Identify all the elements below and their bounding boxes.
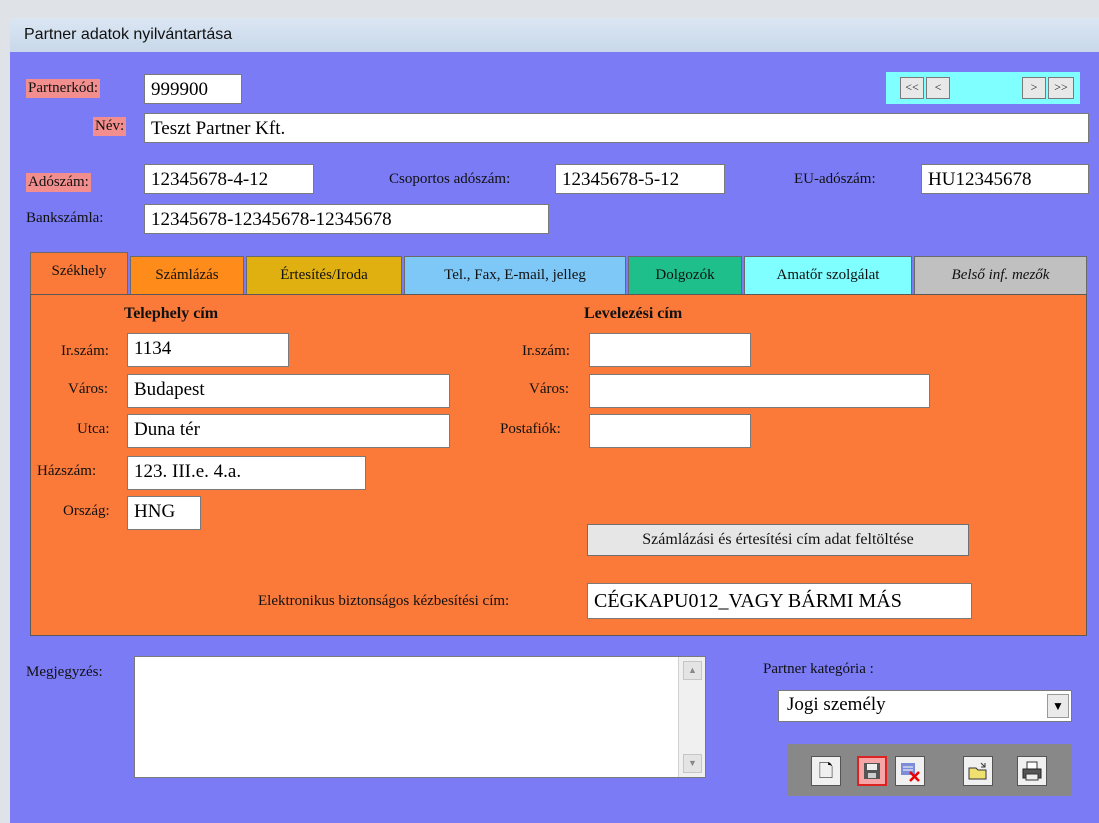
bank-account-field[interactable]: 12345678-12345678-12345678 bbox=[144, 204, 549, 234]
last-record-button[interactable]: >> bbox=[1048, 77, 1074, 99]
tab-amator-szolgalat[interactable]: Amatőr szolgálat bbox=[744, 256, 912, 294]
note-scrollbar[interactable]: ▲ ▼ bbox=[678, 657, 705, 777]
save-icon[interactable] bbox=[857, 756, 887, 786]
ekaddr-label: Elektronikus biztonságos kézbesítési cím… bbox=[258, 593, 510, 609]
group-tax-field[interactable]: 12345678-5-12 bbox=[555, 164, 725, 194]
tab-tel-fax-email[interactable]: Tel., Fax, E-mail, jelleg bbox=[404, 256, 626, 294]
record-navigator: << < > >> bbox=[886, 72, 1080, 104]
tab-label: Székhely bbox=[51, 263, 107, 279]
mail-city-label: Város: bbox=[529, 381, 569, 397]
action-toolbar: 🗋 bbox=[787, 744, 1071, 796]
tab-label: Dolgozók bbox=[655, 267, 715, 283]
next-record-button[interactable]: > bbox=[1022, 77, 1046, 99]
mail-zip-label: Ir.szám: bbox=[522, 343, 570, 359]
scroll-up-icon[interactable]: ▲ bbox=[683, 661, 702, 680]
tax-label: Adószám: bbox=[26, 173, 91, 192]
open-glyph bbox=[968, 762, 987, 780]
tab-label: Amatőr szolgálat bbox=[776, 267, 880, 283]
category-value: Jogi személy bbox=[787, 694, 886, 715]
prev-record-button[interactable]: < bbox=[926, 77, 950, 99]
mail-pobox-field[interactable] bbox=[589, 414, 751, 448]
tab-panel-szekhely: Telephely cím Levelezési cím Ir.szám: 11… bbox=[30, 294, 1087, 636]
site-street-field[interactable]: Duna tér bbox=[127, 414, 450, 448]
chevron-down-icon[interactable]: ▼ bbox=[1047, 694, 1069, 718]
group-tax-label: Csoportos adószám: bbox=[389, 171, 511, 187]
site-street-label: Utca: bbox=[77, 421, 110, 437]
app-window: Partner adatok nyilvántartása Partnerkód… bbox=[0, 0, 1099, 823]
note-textarea[interactable]: ▲ ▼ bbox=[134, 656, 706, 778]
tab-dolgozok[interactable]: Dolgozók bbox=[628, 256, 742, 294]
site-country-field[interactable]: HNG bbox=[127, 496, 201, 530]
site-house-label: Házszám: bbox=[37, 463, 97, 479]
note-label: Megjegyzés: bbox=[26, 664, 103, 680]
tab-label: Értesítés/Iroda bbox=[280, 267, 368, 283]
site-zip-field[interactable]: 1134 bbox=[127, 333, 289, 367]
title-bar: Partner adatok nyilvántartása bbox=[10, 18, 1099, 53]
ekaddr-field[interactable]: CÉGKAPU012_VAGY BÁRMI MÁS bbox=[587, 583, 972, 619]
tab-belso-inf-mezok[interactable]: Belső inf. mezők bbox=[914, 256, 1087, 294]
open-icon[interactable] bbox=[963, 756, 993, 786]
category-select[interactable]: Jogi személy ▼ bbox=[778, 690, 1072, 722]
delete-icon[interactable] bbox=[895, 756, 925, 786]
eu-tax-field[interactable]: HU12345678 bbox=[921, 164, 1089, 194]
print-glyph bbox=[1022, 761, 1042, 781]
name-label: Név: bbox=[93, 117, 127, 136]
first-record-button[interactable]: << bbox=[900, 77, 924, 99]
name-field[interactable]: Teszt Partner Kft. bbox=[144, 113, 1089, 143]
eu-tax-label: EU-adószám: bbox=[794, 171, 876, 187]
site-country-label: Ország: bbox=[63, 503, 110, 519]
site-city-label: Város: bbox=[68, 381, 108, 397]
site-zip-label: Ir.szám: bbox=[61, 343, 109, 359]
new-icon[interactable]: 🗋 bbox=[811, 756, 841, 786]
mail-city-field[interactable] bbox=[589, 374, 930, 408]
print-icon[interactable] bbox=[1017, 756, 1047, 786]
delete-glyph bbox=[901, 763, 920, 782]
tab-ertesites-iroda[interactable]: Értesítés/Iroda bbox=[246, 256, 402, 294]
mail-pobox-label: Postafiók: bbox=[500, 421, 561, 437]
tab-label: Számlázás bbox=[155, 267, 219, 283]
partner-code-label: Partnerkód: bbox=[26, 79, 100, 98]
tab-label: Tel., Fax, E-mail, jelleg bbox=[444, 267, 586, 283]
tax-field[interactable]: 12345678-4-12 bbox=[144, 164, 314, 194]
bank-account-label: Bankszámla: bbox=[26, 210, 104, 226]
partner-code-field[interactable]: 999900 bbox=[144, 74, 242, 104]
site-address-heading: Telephely cím bbox=[124, 305, 219, 322]
tab-label: Belső inf. mezők bbox=[951, 267, 1050, 283]
site-city-field[interactable]: Budapest bbox=[127, 374, 450, 408]
mail-zip-field[interactable] bbox=[589, 333, 751, 367]
mail-address-heading: Levelezési cím bbox=[584, 305, 683, 322]
tab-szekhely[interactable]: Székhely bbox=[30, 252, 128, 294]
tab-szamlazas[interactable]: Számlázás bbox=[130, 256, 244, 294]
save-glyph bbox=[864, 763, 880, 779]
site-house-field[interactable]: 123. III.e. 4.a. bbox=[127, 456, 366, 490]
window-title: Partner adatok nyilvántartása bbox=[24, 26, 233, 43]
fill-addresses-button[interactable]: Számlázási és értesítési cím adat feltöl… bbox=[587, 524, 969, 556]
scroll-down-icon[interactable]: ▼ bbox=[683, 754, 702, 773]
category-label: Partner kategória : bbox=[763, 661, 874, 677]
